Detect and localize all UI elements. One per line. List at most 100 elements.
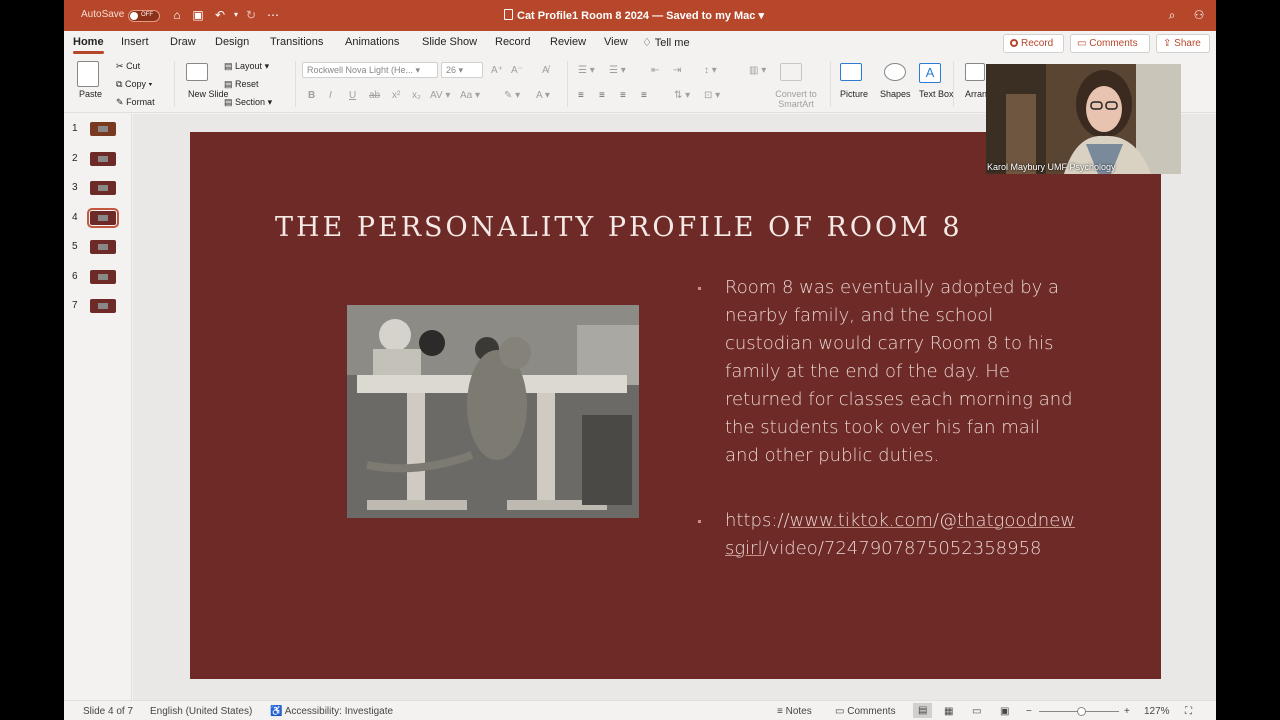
cat-classroom-photo[interactable] xyxy=(347,305,639,518)
more-icon[interactable]: ⋯ xyxy=(266,8,280,22)
slide-title[interactable]: THE PERSONALITY PROFILE OF ROOM 8 xyxy=(275,212,963,243)
thumbnail-slide-2[interactable]: 2 xyxy=(64,149,132,171)
bold-icon[interactable]: B xyxy=(308,90,315,101)
reading-view-icon[interactable]: ▭ xyxy=(972,706,981,717)
paste-icon[interactable] xyxy=(77,61,99,87)
record-button[interactable]: Record xyxy=(1003,34,1064,53)
font-name-select[interactable]: Rockwell Nova Light (He... ▾ xyxy=(302,62,438,78)
tab-design[interactable]: Design xyxy=(215,36,249,48)
character-spacing-icon[interactable]: AV ▾ xyxy=(430,90,450,101)
font-size-value: 26 xyxy=(446,65,457,75)
grow-font-icon[interactable]: A⁺ xyxy=(491,65,503,76)
reset-button[interactable]: ▤ Reset xyxy=(224,79,259,90)
tab-animations[interactable]: Animations xyxy=(345,36,399,48)
align-left-icon[interactable]: ≡ xyxy=(578,90,584,101)
text-direction-icon[interactable]: ⇅ ▾ xyxy=(674,90,690,101)
new-slide-icon[interactable] xyxy=(186,63,208,81)
comments-button[interactable]: ▭ Comments xyxy=(1070,34,1150,53)
tab-review[interactable]: Review xyxy=(550,36,586,48)
layout-label: Layout xyxy=(235,61,263,71)
highlight-icon[interactable]: ✎ ▾ xyxy=(504,90,520,101)
autosave-label: AutoSave xyxy=(81,9,125,20)
align-text-icon[interactable]: ⊡ ▾ xyxy=(704,90,720,101)
thumbnail-slide-4[interactable]: 4 xyxy=(64,208,132,230)
increase-indent-icon[interactable]: ⇥ xyxy=(673,65,681,76)
arrange-icon[interactable] xyxy=(965,63,985,81)
language-status[interactable]: English (United States) xyxy=(150,706,252,717)
thumbnail-slide-6[interactable]: 6 xyxy=(64,267,132,289)
tab-slide-show[interactable]: Slide Show xyxy=(422,36,477,48)
justify-icon[interactable]: ≡ xyxy=(641,90,647,101)
thumbnail-slide-7[interactable]: 7 xyxy=(64,296,132,318)
change-case-icon[interactable]: Aa ▾ xyxy=(460,90,480,101)
fit-to-window-icon[interactable]: ⛶ xyxy=(1185,706,1192,717)
link-domain[interactable]: www.tiktok.com xyxy=(790,510,933,531)
line-spacing-icon[interactable]: ↕ ▾ xyxy=(704,65,717,76)
tab-tell-me[interactable]: ♢ Tell me xyxy=(642,36,690,49)
thumbnail-slide-1[interactable]: 1 xyxy=(64,119,132,141)
smartart-icon[interactable] xyxy=(780,63,802,81)
columns-icon[interactable]: ▥ ▾ xyxy=(749,65,766,76)
save-icon[interactable]: ▣ xyxy=(191,8,205,22)
align-right-icon[interactable]: ≡ xyxy=(620,90,626,101)
tab-home[interactable]: Home xyxy=(73,36,104,54)
redo-icon[interactable]: ↻ xyxy=(244,8,258,22)
shrink-font-icon[interactable]: A⁻ xyxy=(511,65,523,76)
tab-record[interactable]: Record xyxy=(495,36,530,48)
font-color-icon[interactable]: A ▾ xyxy=(536,90,550,101)
layout-button[interactable]: ▤ Layout ▾ xyxy=(224,61,269,72)
tab-transitions[interactable]: Transitions xyxy=(270,36,323,48)
document-title-text: Cat Profile1 Room 8 2024 — Saved to my M… xyxy=(517,10,756,22)
undo-icon[interactable]: ↶ xyxy=(213,8,227,22)
bullets-icon[interactable]: ☰ ▾ xyxy=(578,65,595,76)
slide-counter: Slide 4 of 7 xyxy=(83,706,134,717)
zoom-level[interactable]: 127% xyxy=(1144,706,1170,717)
format-painter-button[interactable]: ✎ Format xyxy=(116,97,155,108)
comments-label: Comments xyxy=(1089,38,1138,49)
italic-icon[interactable]: I xyxy=(329,90,332,101)
slide-canvas[interactable]: THE PERSONALITY PROFILE OF ROOM 8 Room 8… xyxy=(190,132,1161,679)
copy-button[interactable]: ⧉ Copy ▾ xyxy=(116,79,152,90)
superscript-icon[interactable]: x² xyxy=(392,90,400,101)
home-icon[interactable]: ⌂ xyxy=(170,8,184,22)
zoom-slider-handle[interactable] xyxy=(1077,707,1086,716)
slide-sorter-icon[interactable]: ▦ xyxy=(944,706,953,717)
tab-draw[interactable]: Draw xyxy=(170,36,196,48)
numbering-icon[interactable]: ☰ ▾ xyxy=(609,65,626,76)
align-center-icon[interactable]: ≡ xyxy=(599,90,605,101)
slide-body-text[interactable]: Room 8 was eventually adopted by a nearb… xyxy=(698,274,1078,563)
zoom-out-icon[interactable]: − xyxy=(1026,706,1032,717)
clear-format-icon[interactable]: A̸ xyxy=(542,65,549,76)
tab-view[interactable]: View xyxy=(604,36,628,48)
normal-view-icon[interactable]: ▤ xyxy=(913,703,933,718)
bullet-tiktok-link[interactable]: https://www.tiktok.com/@thatgoodnewsgirl… xyxy=(698,507,1078,563)
picture-icon[interactable] xyxy=(840,63,862,81)
search-icon[interactable]: ⌕ xyxy=(1165,8,1179,22)
notes-button[interactable]: ≡ Notes xyxy=(777,706,812,717)
cut-button[interactable]: ✂ Cut xyxy=(116,61,140,72)
subscript-icon[interactable]: x₂ xyxy=(412,90,421,101)
undo-dropdown-icon[interactable]: ▾ xyxy=(229,8,243,22)
strikethrough-icon[interactable]: ab xyxy=(369,90,380,101)
text-box-icon[interactable]: A xyxy=(919,63,941,83)
lightbulb-icon: ♢ xyxy=(642,37,652,49)
thumbnail-number: 5 xyxy=(72,241,78,252)
zoom-in-icon[interactable]: + xyxy=(1124,706,1130,717)
notes-icon: ≡ xyxy=(777,706,783,717)
thumbnail-slide-5[interactable]: 5 xyxy=(64,237,132,259)
status-comments-button[interactable]: ▭ Comments xyxy=(835,706,896,717)
share-button[interactable]: ⇪ Share xyxy=(1156,34,1210,53)
convert-smartart-label: Convert to SmartArt xyxy=(772,89,820,109)
section-button[interactable]: ▤ Section ▾ xyxy=(224,97,272,108)
font-size-select[interactable]: 26 ▾ xyxy=(441,62,483,78)
accessibility-status[interactable]: ♿ Accessibility: Investigate xyxy=(270,706,393,717)
tab-insert[interactable]: Insert xyxy=(121,36,149,48)
thumbnail-slide-3[interactable]: 3 xyxy=(64,178,132,200)
account-icon[interactable]: ⚇ xyxy=(1192,8,1206,22)
underline-icon[interactable]: U xyxy=(349,90,356,101)
separator xyxy=(174,61,175,107)
autosave-toggle[interactable]: OFF xyxy=(128,10,160,22)
shapes-icon[interactable] xyxy=(884,63,906,81)
decrease-indent-icon[interactable]: ⇤ xyxy=(651,65,659,76)
presenter-view-icon[interactable]: ▣ xyxy=(1000,706,1009,717)
